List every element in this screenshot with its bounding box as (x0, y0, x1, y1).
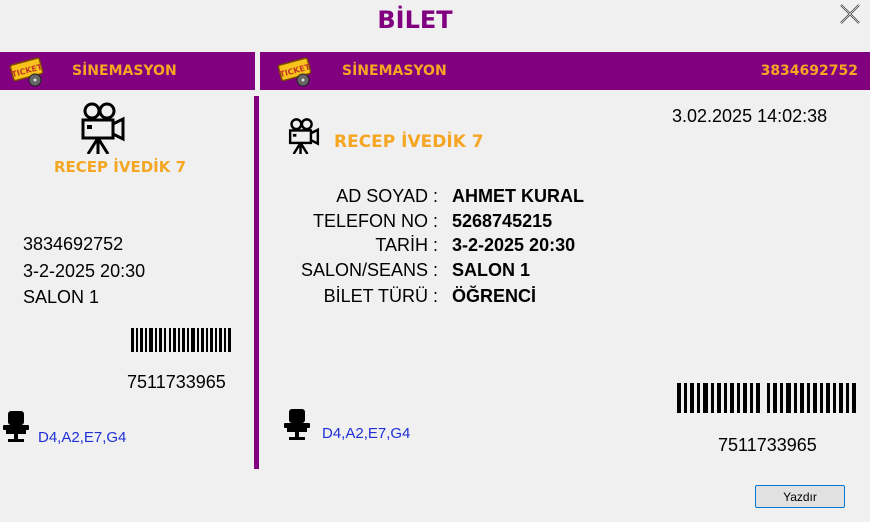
close-icon[interactable] (836, 0, 864, 28)
right-seats: D4,A2,E7,G4 (322, 425, 411, 442)
ticket-icon: TICKET (276, 55, 316, 92)
left-salon: SALON 1 (23, 287, 100, 307)
field-label-salon: SALON/SEANS : (300, 260, 438, 280)
left-barcode (131, 328, 233, 357)
field-value-phone: 5268745215 (452, 211, 553, 231)
seat-icon (283, 408, 311, 445)
left-ticket-number: 3834692752 (23, 234, 124, 254)
field-value-salon: SALON 1 (452, 260, 531, 280)
movie-camera-icon (80, 102, 126, 159)
right-barcode (677, 383, 861, 418)
field-value-date: 3-2-2025 20:30 (452, 235, 576, 255)
left-seats: D4,A2,E7,G4 (38, 429, 127, 446)
field-label-date: TARİH : (375, 235, 438, 255)
field-label-phone: TELEFON NO : (312, 211, 438, 231)
field-value-ticket-type: ÖĞRENCİ (452, 286, 537, 306)
field-label-name: AD SOYAD : (336, 186, 438, 206)
ticket-divider (254, 96, 259, 469)
ticket-icon: TICKET (8, 55, 48, 92)
right-barcode-number: 7511733965 (718, 435, 817, 455)
seat-icon (2, 410, 30, 447)
field-label-ticket-type: BİLET TÜRÜ : (323, 286, 438, 306)
window-title: BİLET (377, 6, 453, 34)
movie-camera-icon (288, 118, 320, 159)
right-brand: SİNEMASYON (342, 63, 447, 79)
field-value-name: AHMET KURAL (452, 186, 584, 206)
left-movie-title: RECEP İVEDİK 7 (53, 158, 187, 176)
print-button[interactable]: Yazdır (755, 485, 845, 508)
header-ticket-number: 3834692752 (760, 63, 858, 79)
right-movie-title: RECEP İVEDİK 7 (334, 132, 484, 152)
left-datetime: 3-2-2025 20:30 (23, 261, 146, 281)
left-brand: SİNEMASYON (72, 63, 177, 79)
left-barcode-number: 7511733965 (127, 372, 226, 392)
printed-at: 3.02.2025 14:02:38 (672, 106, 828, 126)
